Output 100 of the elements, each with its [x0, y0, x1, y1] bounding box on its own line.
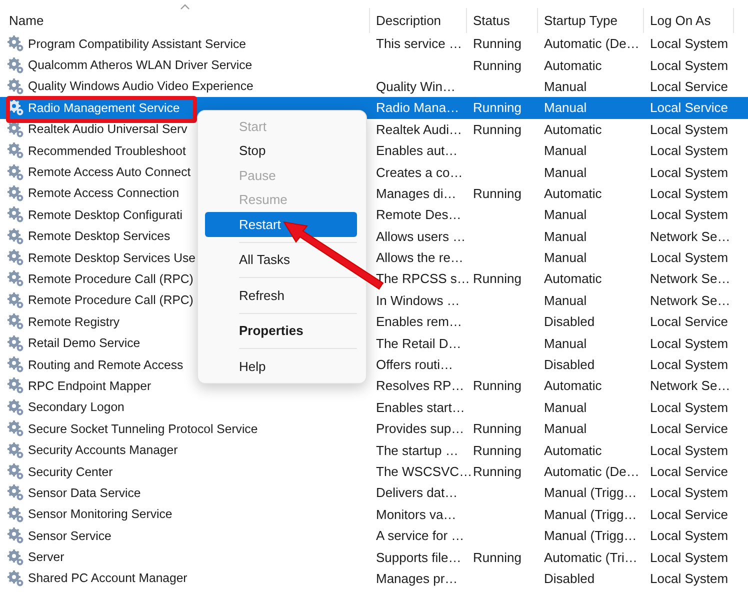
gear-icon	[7, 292, 24, 309]
table-cell-text: Offers routi…	[375, 357, 454, 372]
gear-icon	[7, 35, 24, 52]
gear-icon	[7, 463, 24, 480]
table-cell-text: Local System	[649, 485, 730, 500]
gear-icon	[7, 78, 24, 95]
table-cell-text: Local System	[649, 400, 730, 415]
column-header[interactable]: Status	[467, 8, 538, 33]
table-cell-text: Running	[472, 378, 522, 394]
service-name[interactable]: Remote Procedure Call (RPC)	[28, 293, 194, 308]
table-cell-text: The RPCSS s…	[375, 271, 467, 286]
service-name[interactable]: Radio Management Service	[28, 100, 180, 115]
table-cell-text: Quality Win…	[375, 78, 456, 94]
table-cell-text: Manual	[543, 100, 588, 116]
table-cell-text: Allows users …	[375, 228, 467, 244]
table-cell-text: Manual	[543, 421, 588, 436]
table-cell-text: Local System	[649, 336, 730, 351]
table-cell-text: Automatic	[543, 271, 603, 286]
table-cell-text: Manual	[543, 336, 588, 351]
table-cell-text: Realtek Audi…	[375, 122, 463, 137]
service-name[interactable]: Recommended Troubleshoot	[28, 144, 186, 158]
table-cell-text: Manual	[543, 400, 588, 415]
service-name[interactable]: Shared PC Account Manager	[28, 571, 188, 586]
gear-icon	[7, 228, 24, 245]
table-cell-text: Network Se…	[649, 292, 732, 308]
service-name[interactable]: Security Accounts Manager	[28, 443, 178, 458]
table-cell-text: Manages pr…	[375, 570, 459, 586]
service-name[interactable]: Qualcomm Atheros WLAN Driver Service	[28, 58, 252, 72]
service-name[interactable]: Remote Desktop Services Use	[28, 250, 196, 265]
table-cell-text: Local Service	[649, 464, 730, 479]
service-name[interactable]: Secure Socket Tunneling Protocol Service	[28, 422, 258, 436]
gear-icon	[7, 270, 24, 288]
table-cell-text: Manual	[543, 228, 588, 244]
service-name[interactable]: Realtek Audio Universal Serv	[28, 122, 188, 136]
table-cell-text: Enables aut…	[375, 143, 459, 158]
service-name[interactable]: Routing and Remote Access	[28, 358, 184, 372]
service-name[interactable]: Remote Desktop Configurati	[28, 208, 182, 222]
service-name[interactable]: Remote Registry	[28, 314, 120, 329]
table-cell-text: Automatic	[543, 442, 603, 458]
service-name[interactable]: Retail Demo Service	[28, 336, 140, 350]
table-cell-text: Running	[472, 550, 522, 565]
service-name[interactable]: Remote Access Connection	[28, 186, 180, 200]
service-name[interactable]: Server	[28, 550, 64, 564]
table-cell-text: Automatic	[543, 186, 603, 201]
table-cell-text: Automatic	[543, 378, 603, 394]
table-cell-text: Running	[472, 58, 522, 73]
table-cell-text: Local System	[649, 186, 730, 201]
table-cell-text: Running	[472, 100, 522, 116]
column-header[interactable]: Log On As	[644, 8, 734, 33]
service-name[interactable]: Remote Access Auto Connect	[28, 165, 191, 180]
service-name[interactable]: Security Center	[28, 464, 113, 478]
table-cell-text: Local System	[649, 58, 730, 73]
table-cell-text: Local System	[649, 164, 730, 180]
service-name[interactable]: Sensor Service	[28, 528, 112, 543]
service-name[interactable]: Quality Windows Audio Video Experience	[28, 79, 254, 94]
table-cell-text: Local System	[649, 207, 730, 222]
table-cell-text: Manual	[543, 292, 588, 308]
table-cell-text: Local System	[649, 570, 730, 586]
gear-icon	[7, 527, 24, 544]
service-name[interactable]: Sensor Monitoring Service	[28, 507, 172, 522]
table-cell-text: Disabled	[543, 570, 596, 586]
table-cell-text: Running	[472, 186, 522, 201]
table-cell-text: Network Se…	[649, 378, 732, 394]
table-cell-text: Enables rem…	[375, 314, 463, 330]
column-header[interactable]: Startup Type	[538, 8, 644, 33]
menu-item[interactable]: Stop	[205, 138, 357, 163]
sort-caret-icon	[180, 4, 190, 10]
table-cell-text: Automatic	[543, 122, 603, 137]
table-cell-text: Network Se…	[649, 271, 732, 286]
table-cell-text: Network Se…	[649, 228, 732, 244]
table-cell-text: Automatic	[543, 58, 603, 73]
service-name[interactable]: Sensor Data Service	[28, 486, 141, 500]
gear-icon	[7, 570, 24, 587]
service-name[interactable]: Remote Procedure Call (RPC)	[28, 272, 194, 286]
table-cell-text: Running	[472, 464, 522, 479]
menu-item[interactable]: Help	[205, 354, 357, 378]
table-cell-text: Creates a co…	[375, 164, 464, 180]
gear-icon	[7, 56, 24, 74]
column-header[interactable]: Name	[0, 8, 370, 33]
menu-item[interactable]: Restart	[205, 212, 357, 236]
table-cell-text: Manual	[543, 250, 588, 266]
table-cell-text: Radio Mana…	[375, 100, 460, 116]
table-cell-text: Disabled	[543, 314, 596, 330]
table-cell-text: Running	[472, 271, 522, 286]
service-name[interactable]: RPC Endpoint Mapper	[28, 378, 152, 393]
table-cell-text: Supports file…	[375, 550, 462, 565]
menu-item[interactable]: Properties	[205, 318, 357, 343]
gear-icon	[7, 142, 24, 160]
service-name[interactable]: Remote Desktop Services	[28, 229, 170, 244]
table-cell-text: Manual	[543, 78, 588, 94]
table-cell-text: Allows the re…	[375, 250, 464, 266]
table-cell-text: Automatic (Tri…	[543, 550, 638, 565]
gear-icon	[7, 313, 24, 330]
table-cell-text: Manual (Trigg…	[543, 506, 638, 522]
service-name[interactable]: Program Compatibility Assistant Service	[28, 36, 246, 51]
menu-item[interactable]: All Tasks	[205, 248, 357, 272]
menu-item[interactable]: Refresh	[205, 283, 357, 308]
column-header[interactable]: Description	[370, 8, 467, 33]
table-cell-text: Local System	[649, 143, 730, 158]
service-name[interactable]: Secondary Logon	[28, 400, 124, 414]
